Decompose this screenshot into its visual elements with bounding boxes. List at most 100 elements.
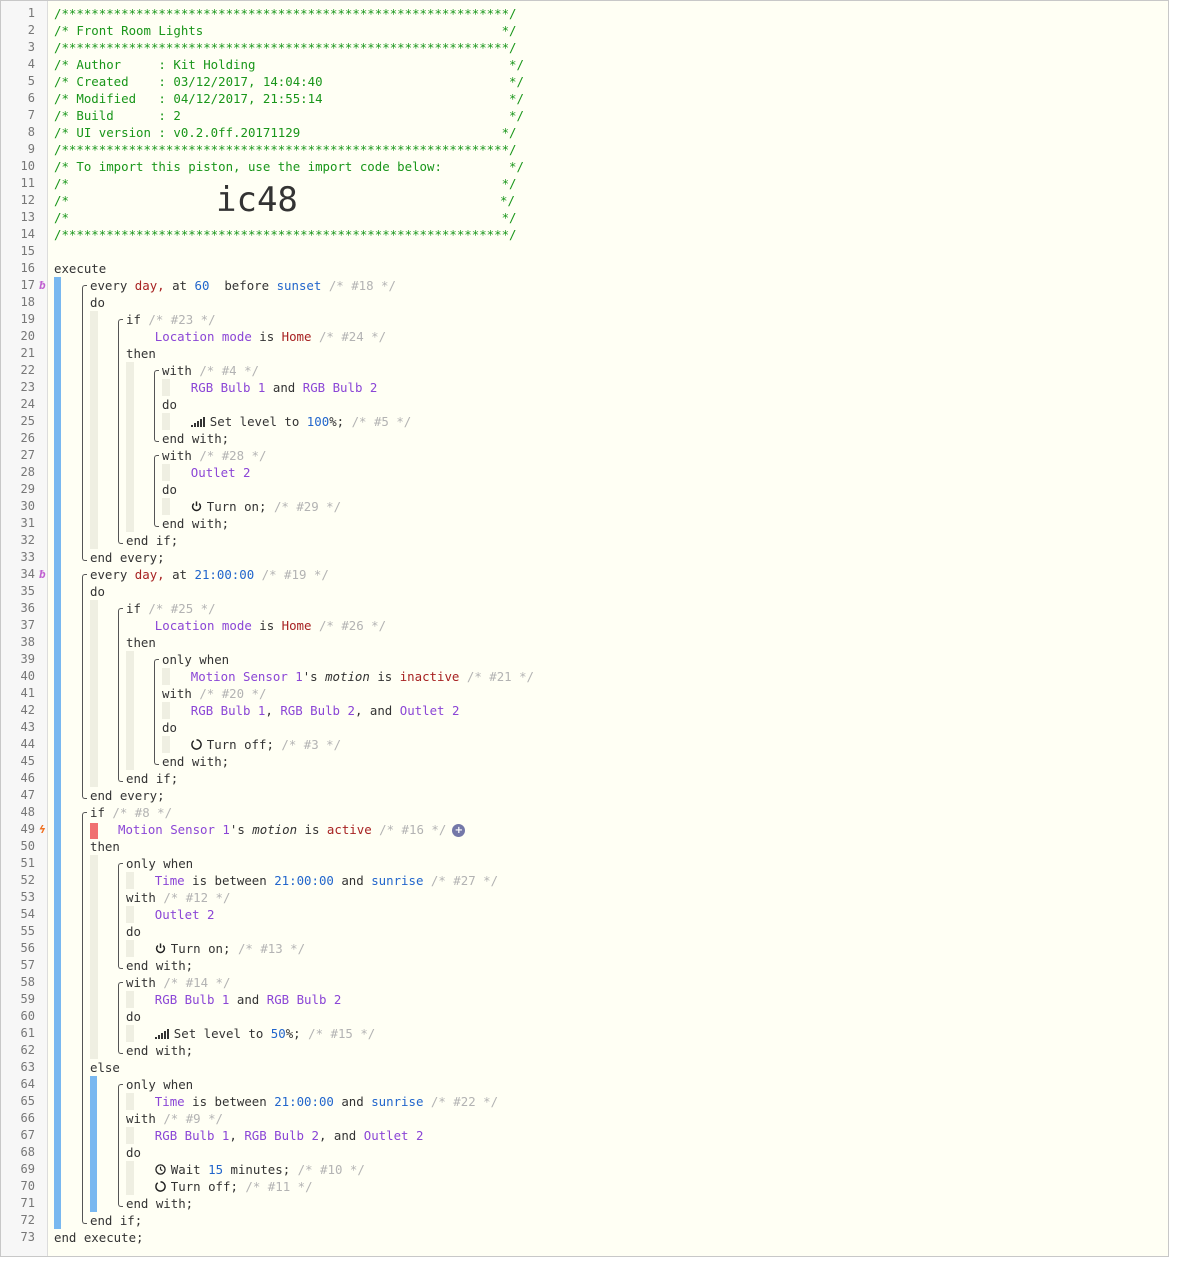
header-comment: /* Front Room Lights */ [54, 23, 517, 38]
code-token: only when [126, 1077, 194, 1092]
line-number: 49 [20, 822, 35, 836]
code-line: /* To import this piston, use the import… [54, 158, 1168, 175]
line-number: 45 [20, 754, 35, 768]
code-token: do [162, 482, 177, 497]
code-token: every [90, 278, 128, 293]
code-token: is [377, 669, 393, 684]
line-number: 20 [20, 329, 35, 343]
signal-level-icon [190, 414, 205, 431]
code-line: Turn off; /* #11 */ [155, 1178, 1168, 1195]
code-token: Turn on; [206, 499, 267, 514]
header-comment: */ [500, 193, 515, 208]
line-number: 3 [27, 40, 35, 54]
code-token: Home [281, 618, 312, 633]
code-token: every [90, 567, 128, 582]
clock-icon [155, 1162, 166, 1179]
code-line: Turn on; /* #13 */ [155, 940, 1168, 957]
device-name: Motion Sensor 1 [190, 669, 303, 684]
line-number: 51 [20, 856, 35, 870]
line-number: 38 [20, 635, 35, 649]
line-number: 30 [20, 499, 35, 513]
block-id-comment: /* #16 */ [379, 822, 447, 837]
code-line: execute [54, 260, 1168, 277]
code-token: with [126, 890, 156, 905]
device-name: RGB Bulb 2 [280, 703, 355, 718]
code-line: /* Created : 03/12/2017, 14:04:40 */ [54, 73, 1168, 90]
line-number: 58 [20, 975, 35, 989]
block-id-comment: /* #12 */ [163, 890, 231, 905]
code-token: do [90, 295, 105, 310]
code-token: , and [318, 1128, 357, 1143]
line-number: 65 [20, 1094, 35, 1108]
line-number: 26 [20, 431, 35, 445]
code-line: end if; [126, 532, 1168, 549]
code-token: with [126, 975, 156, 990]
device-name: Outlet 2 [363, 1128, 424, 1143]
block-bar [126, 1093, 134, 1110]
code-line: do [162, 719, 1168, 736]
code-token: , and [354, 703, 393, 718]
code-line: do [162, 481, 1168, 498]
circle-off-icon [155, 1179, 166, 1196]
line-number: 22 [20, 363, 35, 377]
line-number: 31 [20, 516, 35, 530]
code-token: then [126, 346, 156, 361]
line-number: 14 [20, 227, 35, 241]
block-id-comment: /* #29 */ [273, 499, 342, 514]
block-id-comment: /* #11 */ [245, 1179, 313, 1194]
code-token: with [126, 1111, 156, 1126]
line-number: 18 [20, 295, 35, 309]
line-number: 6 [27, 91, 35, 105]
block-id-comment: /* #10 */ [297, 1162, 365, 1177]
line-number: 44 [20, 737, 35, 751]
code-token: end if; [90, 1213, 143, 1228]
code-line: Time is between 21:00:00 and sunrise /* … [155, 872, 1168, 889]
block-bracket [118, 319, 123, 544]
line-number: 60 [20, 1009, 35, 1023]
code-token: , [265, 703, 273, 718]
block-id-comment: /* #23 */ [148, 312, 216, 327]
block-bar [126, 940, 134, 957]
line-number: 71 [20, 1196, 35, 1210]
line-number: 11 [20, 176, 35, 190]
block-id-comment: /* #25 */ [148, 601, 216, 616]
code-token: and [272, 380, 296, 395]
code-token: sunrise [371, 873, 424, 888]
code-line: Time is between 21:00:00 and sunrise /* … [155, 1093, 1168, 1110]
code-line: with /* #28 */ [162, 447, 1168, 464]
line-number: 54 [20, 907, 35, 921]
block-bar [126, 1127, 134, 1144]
code-line: with /* #12 */ [126, 889, 1168, 906]
block-bar [126, 651, 134, 770]
add-condition-button[interactable]: + [452, 824, 466, 837]
code-line: Set level to 50%; /* #15 */ [154, 1025, 1168, 1042]
code-token: end every; [90, 550, 165, 565]
code-token: Set level to [209, 414, 300, 429]
trigger-icon: ƀ [39, 568, 46, 581]
code-line: RGB Bulb 1, RGB Bulb 2, and Outlet 2 [155, 1127, 1168, 1144]
code-token: Turn off; [206, 737, 274, 752]
code-token: do [162, 720, 177, 735]
line-number: 23 [20, 380, 35, 394]
code-line: do [90, 583, 1168, 600]
code-line: then [126, 345, 1168, 362]
code-line: do [126, 923, 1168, 940]
code-line: Outlet 2 [191, 464, 1168, 481]
line-number: 17 [20, 278, 35, 292]
code-line: Location mode is Home /* #24 */ [155, 328, 1168, 345]
code-line: /***************************************… [54, 5, 1168, 22]
code-token: end with; [126, 958, 194, 973]
line-number: 24 [20, 397, 35, 411]
block-id-comment: /* #18 */ [328, 278, 396, 293]
code-line: /* UI version : v0.2.0ff.20171129 */ [54, 124, 1168, 141]
code-token: then [90, 839, 120, 854]
line-number: 73 [20, 1230, 35, 1244]
code-line: do [126, 1008, 1168, 1025]
code-token: 60 [194, 278, 210, 293]
block-bar [90, 600, 98, 787]
block-bar [90, 1076, 97, 1212]
code-line: end every; [90, 549, 1168, 566]
line-number: 41 [20, 686, 35, 700]
block-bar [162, 413, 170, 430]
block-bracket [82, 812, 87, 1224]
